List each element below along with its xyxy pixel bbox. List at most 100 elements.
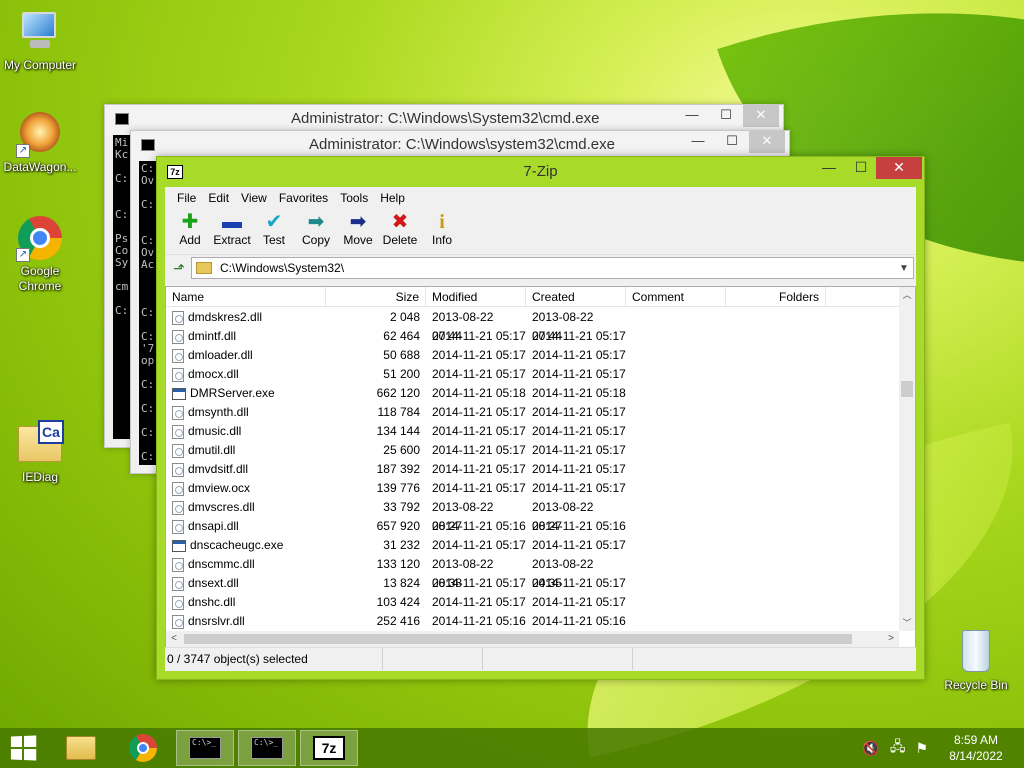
column-header-size[interactable]: Size bbox=[326, 287, 426, 307]
close-button[interactable]: ✕ bbox=[876, 157, 922, 179]
cell-modified: 2014-11-21 05:17 bbox=[432, 348, 526, 362]
table-row[interactable]: dnsapi.dll 657 920 2014-11-21 05:16 2014-11… bbox=[166, 517, 899, 536]
table-row[interactable]: dmvdsitf.dll 187 392 2014-11-21 05:17 2014-… bbox=[166, 460, 899, 479]
scroll-right-arrow[interactable]: > bbox=[883, 631, 899, 647]
address-bar: ⬏ C:\Windows\System32\ ▼ bbox=[165, 255, 916, 281]
delete-button[interactable]: ✖ Delete bbox=[379, 209, 421, 254]
table-row[interactable]: dmintf.dll 62 464 2014-11-21 05:17 2014-11-… bbox=[166, 327, 899, 346]
dll-file-icon bbox=[172, 576, 184, 591]
menu-file[interactable]: File bbox=[171, 191, 202, 205]
column-header-comment[interactable]: Comment bbox=[626, 287, 726, 307]
minimize-button[interactable]: — bbox=[675, 105, 709, 127]
taskbar-chrome[interactable] bbox=[114, 730, 172, 766]
table-row[interactable]: dnsext.dll 13 824 2014-11-21 05:17 2014-11-… bbox=[166, 574, 899, 593]
network-icon[interactable]: 🖧 bbox=[890, 736, 906, 760]
menu-help[interactable]: Help bbox=[374, 191, 411, 205]
test-button[interactable]: ✔ Test bbox=[253, 209, 295, 254]
test-label: Test bbox=[262, 233, 285, 247]
file-name: dmloader.dll bbox=[188, 348, 253, 362]
path-combobox[interactable]: C:\Windows\System32\ ▼ bbox=[191, 257, 914, 279]
table-row[interactable]: dmsynth.dll 118 784 2014-11-21 05:17 2014-1… bbox=[166, 403, 899, 422]
7zip-window[interactable]: 7z 7-Zip — ☐ ✕ File Edit View Favorites … bbox=[156, 156, 925, 680]
dll-file-icon bbox=[172, 348, 184, 363]
table-row[interactable]: dnscacheugc.exe 31 232 2014-11-21 05:17 201… bbox=[166, 536, 899, 555]
cell-created: 2014-11-21 05:17 bbox=[532, 424, 626, 438]
column-header-name[interactable]: Name bbox=[166, 287, 326, 307]
cell-size: 33 792 bbox=[383, 500, 420, 514]
desktop-icon-datawagon[interactable]: ↗ DataWagon... bbox=[0, 110, 80, 175]
dll-file-icon bbox=[172, 405, 184, 420]
file-name: dmvscres.dll bbox=[188, 500, 255, 514]
close-button[interactable]: ✕ bbox=[749, 131, 785, 153]
table-row[interactable]: dnscmmc.dll 133 120 2013-08-22 08:38 2013-0… bbox=[166, 555, 899, 590]
table-row[interactable]: dmvscres.dll 33 792 2013-08-22 08:27 2013-0… bbox=[166, 498, 899, 533]
taskbar-file-explorer[interactable] bbox=[52, 730, 110, 766]
cell-name: dnscmmc.dll bbox=[166, 555, 326, 574]
window-title-bar[interactable]: 7z 7-Zip — ☐ ✕ bbox=[157, 157, 924, 187]
column-header-folders[interactable]: Folders bbox=[726, 287, 826, 307]
file-name: dnsapi.dll bbox=[188, 519, 239, 533]
taskbar-7zip[interactable]: 7z bbox=[300, 730, 358, 766]
volume-muted-icon[interactable]: 🔇 bbox=[862, 740, 879, 757]
close-button[interactable]: ✕ bbox=[743, 105, 779, 127]
folder-up-icon: ⬏ bbox=[173, 260, 185, 276]
menu-edit[interactable]: Edit bbox=[202, 191, 235, 205]
cell-name: dmutil.dll bbox=[166, 441, 326, 460]
move-button[interactable]: ➡ Move bbox=[337, 209, 379, 254]
minimize-button[interactable]: — bbox=[681, 131, 715, 153]
column-header-modified[interactable]: Modified bbox=[426, 287, 526, 307]
file-name: dmusic.dll bbox=[188, 424, 242, 438]
scrollbar-thumb[interactable] bbox=[184, 634, 852, 644]
desktop-icon-my-computer[interactable]: My Computer bbox=[0, 8, 80, 73]
file-name: dmview.ocx bbox=[188, 481, 251, 495]
table-row[interactable]: dmocx.dll 51 200 2014-11-21 05:17 2014-11-2… bbox=[166, 365, 899, 384]
desktop-icon-recycle-bin[interactable]: Recycle Bin bbox=[936, 628, 1016, 693]
table-row[interactable]: DMRServer.exe 662 120 2014-11-21 05:18 2014… bbox=[166, 384, 899, 403]
cell-modified: 2014-11-21 05:17 bbox=[432, 538, 526, 552]
horizontal-scrollbar[interactable]: < > bbox=[166, 631, 899, 647]
table-row[interactable]: dnsrslvr.dll 252 416 2014-11-21 05:16 2014-… bbox=[166, 612, 899, 631]
start-button[interactable] bbox=[10, 735, 38, 761]
menu-view[interactable]: View bbox=[235, 191, 273, 205]
scroll-down-arrow[interactable]: ﹀ bbox=[899, 615, 915, 631]
cell-size: 118 784 bbox=[377, 405, 421, 419]
info-button[interactable]: i Info bbox=[421, 209, 463, 254]
cell-name: dmview.ocx bbox=[166, 479, 326, 498]
table-row[interactable]: dnshc.dll 103 424 2014-11-21 05:17 2014-11-… bbox=[166, 593, 899, 612]
minimize-button[interactable]: — bbox=[816, 157, 842, 179]
status-modified bbox=[483, 648, 633, 670]
maximize-button[interactable]: ☐ bbox=[709, 105, 743, 127]
table-row[interactable]: dmview.ocx 139 776 2014-11-21 05:17 2014-11… bbox=[166, 479, 899, 498]
cell-size: 25 600 bbox=[383, 443, 420, 457]
info-label: Info bbox=[431, 233, 452, 247]
path-text: C:\Windows\System32\ bbox=[220, 261, 345, 275]
action-center-icon[interactable]: ⚑ bbox=[915, 740, 928, 757]
maximize-button[interactable]: ☐ bbox=[848, 157, 874, 179]
menu-favorites[interactable]: Favorites bbox=[273, 191, 334, 205]
folder-up-button[interactable]: ⬏ bbox=[167, 257, 191, 279]
column-header-created[interactable]: Created bbox=[526, 287, 626, 307]
chevron-down-icon[interactable]: ▼ bbox=[895, 263, 913, 274]
clock[interactable]: 8:59 AM 8/14/2022 bbox=[938, 732, 1014, 764]
desktop-icon-google-chrome[interactable]: ↗ Google Chrome bbox=[0, 214, 80, 294]
taskbar-cmd-1[interactable]: C:\>_ bbox=[176, 730, 234, 766]
extract-button[interactable]: ▬ Extract bbox=[211, 209, 253, 254]
copy-button[interactable]: ➡ Copy bbox=[295, 209, 337, 254]
table-row[interactable]: dmloader.dll 50 688 2014-11-21 05:17 2014-1… bbox=[166, 346, 899, 365]
menu-tools[interactable]: Tools bbox=[334, 191, 374, 205]
file-list[interactable]: Name Size Modified Created Comment Folde… bbox=[165, 286, 916, 648]
table-row[interactable]: dmutil.dll 25 600 2014-11-21 05:17 2014-11-… bbox=[166, 441, 899, 460]
dll-file-icon bbox=[172, 367, 184, 382]
scrollbar-thumb[interactable] bbox=[901, 381, 913, 397]
vertical-scrollbar[interactable]: ︿ ﹀ bbox=[899, 287, 915, 631]
scroll-up-arrow[interactable]: ︿ bbox=[899, 287, 915, 303]
table-row[interactable]: dmusic.dll 134 144 2014-11-21 05:17 2014-11… bbox=[166, 422, 899, 441]
scroll-left-arrow[interactable]: < bbox=[166, 631, 182, 647]
maximize-button[interactable]: ☐ bbox=[715, 131, 749, 153]
table-row[interactable]: dmdskres2.dll 2 048 2013-08-22 07:44 2013-0… bbox=[166, 308, 899, 343]
taskbar-cmd-2[interactable]: C:\>_ bbox=[238, 730, 296, 766]
cell-name: dnsext.dll bbox=[166, 574, 326, 593]
desktop-icon-iediag[interactable]: Ca IEDiag bbox=[0, 420, 80, 485]
file-name: dmutil.dll bbox=[188, 443, 236, 457]
add-button[interactable]: ✚ Add bbox=[169, 209, 211, 254]
